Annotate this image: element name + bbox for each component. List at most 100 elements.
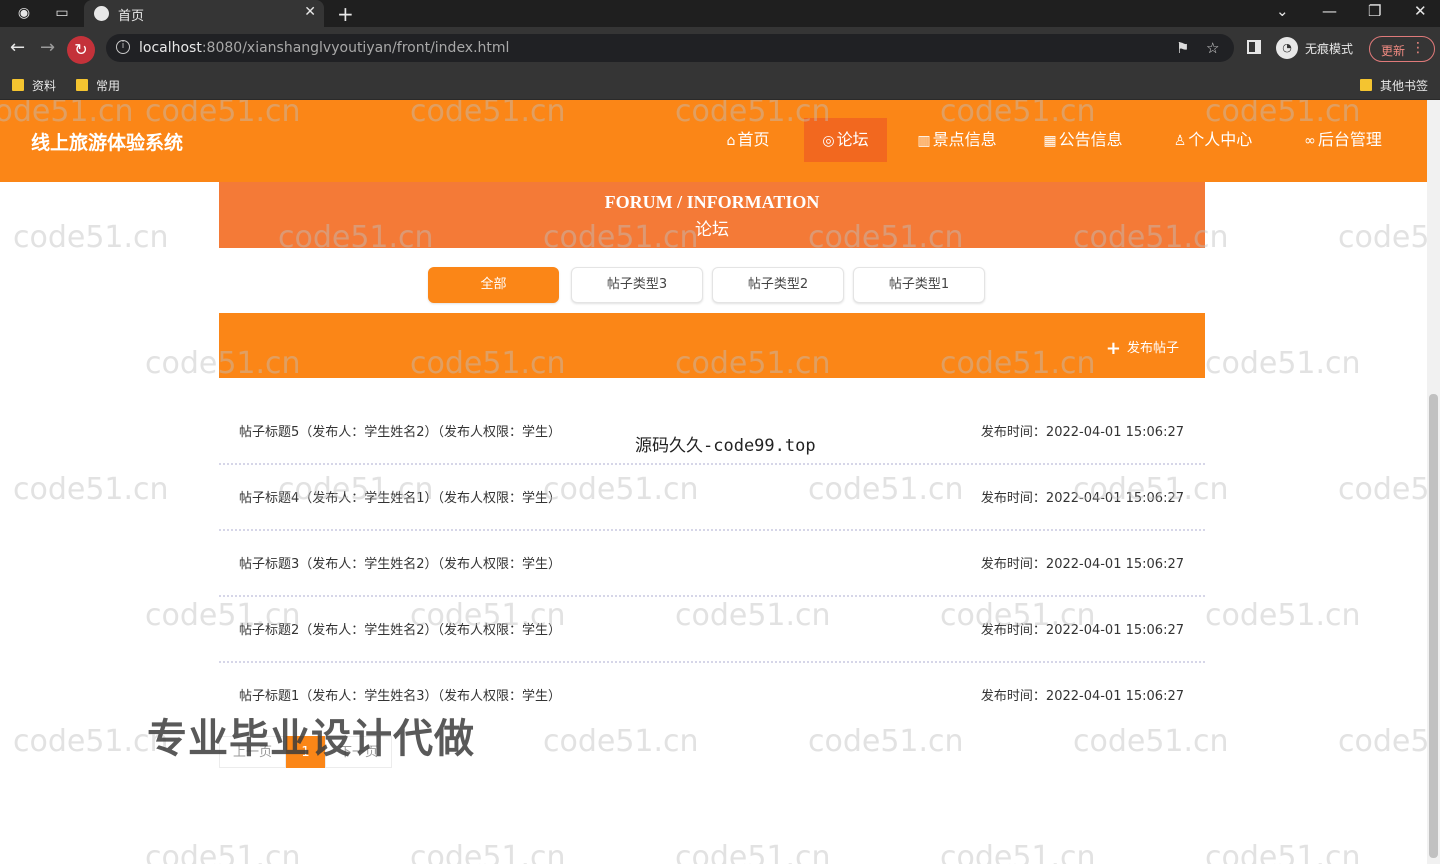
watermark: code51.cn <box>410 840 566 864</box>
nav-label: 个人中心 <box>1188 130 1253 149</box>
post-title[interactable]: 帖子标题4（发布人：学生姓名1）（发布人权限：学生） <box>239 487 561 506</box>
folder-icon <box>1360 79 1372 91</box>
nav-attractions[interactable]: ▥ 景点信息 <box>912 118 1002 162</box>
watermark: code51.cn <box>675 840 831 864</box>
center-watermark: 源码久久-code99.top <box>635 436 816 456</box>
nav-notices[interactable]: ▦ 公告信息 <box>1037 118 1129 162</box>
nav-forum[interactable]: ◎ 论坛 <box>804 118 887 162</box>
post-list-item[interactable]: 帖子标题2（发布人：学生姓名2）（发布人权限：学生） 发布时间：2022-04-… <box>219 597 1205 663</box>
page-scrollbar[interactable] <box>1427 100 1440 864</box>
url-bar[interactable]: i localhost:8080/xianshanglvyoutiyan/fro… <box>106 34 1234 62</box>
browser-tab[interactable]: 首页 ✕ <box>84 0 324 27</box>
post-list-item[interactable]: 帖子标题3（发布人：学生姓名2）（发布人权限：学生） 发布时间：2022-04-… <box>219 531 1205 597</box>
update-button[interactable]: 更新 ⋮ <box>1369 36 1435 62</box>
post-title[interactable]: 帖子标题2（发布人：学生姓名2）（发布人权限：学生） <box>239 619 561 638</box>
post-time: 发布时间：2022-04-01 15:06:27 <box>980 491 1184 506</box>
nav-label: 公告信息 <box>1058 130 1123 149</box>
minimize-icon[interactable]: — <box>1322 2 1337 20</box>
more-menu-icon[interactable]: ⋮ <box>1411 40 1425 56</box>
new-tab-icon[interactable]: + <box>337 2 354 26</box>
bookmark-label: 资料 <box>32 79 57 93</box>
post-time: 发布时间：2022-04-01 15:06:27 <box>980 623 1184 638</box>
forward-arrow-icon[interactable]: → <box>40 38 55 58</box>
watermark: code51.cn <box>1338 724 1427 759</box>
incognito-icon: ◔ <box>1276 37 1298 59</box>
translate-icon[interactable]: ⚑ <box>1176 39 1189 57</box>
post-time: 发布时间：2022-04-01 15:06:27 <box>980 689 1184 704</box>
reload-icon[interactable]: ↻ <box>67 36 95 64</box>
post-title[interactable]: 帖子标题3（发布人：学生姓名2）（发布人权限：学生） <box>239 553 561 572</box>
link-icon: ∞ <box>1304 133 1316 149</box>
info-icon[interactable]: i <box>116 40 130 54</box>
attraction-icon: ▥ <box>917 133 931 149</box>
nav-profile[interactable]: ♙ 个人中心 <box>1168 118 1258 162</box>
nav-admin[interactable]: ∞ 后台管理 <box>1297 118 1389 162</box>
type-tab-3[interactable]: 帖子类型3 <box>571 267 703 303</box>
bookmark-star-icon[interactable]: ☆ <box>1206 39 1219 57</box>
watermark: code51.cn <box>145 840 301 864</box>
tab-list-icon[interactable]: ⌄ <box>1276 2 1289 20</box>
type-tab-all[interactable]: 全部 <box>428 267 559 303</box>
scrollbar-thumb[interactable] <box>1429 394 1438 858</box>
watermark: code51.cn <box>1205 840 1361 864</box>
user-icon: ♙ <box>1173 133 1187 149</box>
nav-label: 后台管理 <box>1317 130 1382 149</box>
bookmark-folder-2[interactable]: 常用 <box>76 77 120 95</box>
banner-title-zh: 论坛 <box>695 220 729 240</box>
site-header: 线上旅游体验系统 ⌂ 首页 ◎ 论坛 ▥ 景点信息 ▦ 公告信息 ♙ 个人中心 ∞ 后台管理 <box>0 100 1427 182</box>
forum-action-bar: + 发布帖子 <box>219 313 1205 378</box>
bookmark-label: 常用 <box>96 79 121 93</box>
publish-post-button[interactable]: + 发布帖子 <box>1106 337 1179 359</box>
watermark: code51.cn <box>13 220 169 255</box>
update-label: 更新 <box>1381 44 1406 58</box>
watermark: code51.cn <box>13 472 169 507</box>
other-bookmarks-label: 其他书签 <box>1380 79 1429 93</box>
folder-icon <box>12 79 24 91</box>
watermark: code51.cn <box>1073 724 1229 759</box>
window-close-icon[interactable]: ✕ <box>1414 2 1427 20</box>
bookmarks-bar: 资料 常用 其他书签 <box>0 71 1440 100</box>
post-title[interactable]: 帖子标题1（发布人：学生姓名3）（发布人权限：学生） <box>239 685 561 704</box>
nav-home[interactable]: ⌂ 首页 <box>716 118 780 162</box>
home-icon: ⌂ <box>726 133 736 149</box>
post-time: 发布时间：2022-04-01 15:06:27 <box>980 425 1184 440</box>
plus-icon: + <box>1105 338 1121 359</box>
address-toolbar: ← → ↻ i localhost:8080/xianshanglvyoutiy… <box>0 27 1440 71</box>
watermark: code51.cn <box>1205 346 1361 381</box>
watermark: code51.cn <box>940 840 1096 864</box>
banner-title-en: FORUM / INFORMATION <box>604 192 820 212</box>
promo-watermark: 专业毕业设计代做 <box>147 716 475 762</box>
side-panel-icon[interactable] <box>1247 40 1261 54</box>
browser-tab-title: 首页 <box>118 9 145 24</box>
url-host: localhost <box>139 40 202 56</box>
other-bookmarks[interactable]: 其他书签 <box>1360 77 1428 95</box>
post-time: 发布时间：2022-04-01 15:06:27 <box>980 557 1184 572</box>
incognito-label: 无痕模式 <box>1305 42 1354 56</box>
post-title[interactable]: 帖子标题5（发布人：学生姓名2）（发布人权限：学生） <box>239 421 561 440</box>
post-list-item[interactable]: 帖子标题4（发布人：学生姓名1）（发布人权限：学生） 发布时间：2022-04-… <box>219 465 1205 531</box>
publish-post-label: 发布帖子 <box>1126 341 1179 356</box>
browser-menu-icon[interactable]: ◉ <box>15 4 33 22</box>
nav-label: 首页 <box>737 130 770 149</box>
forum-banner: FORUM / INFORMATION 论坛 <box>219 182 1205 248</box>
browser-tab-bar: ◉ ▭ 首页 ✕ + ⌄ — ❐ ✕ <box>0 0 1440 27</box>
url-text[interactable]: localhost:8080/xianshanglvyoutiyan/front… <box>139 40 509 56</box>
type-tab-2[interactable]: 帖子类型2 <box>712 267 844 303</box>
restore-icon[interactable]: ❐ <box>1368 2 1381 20</box>
bookmark-folder-1[interactable]: 资料 <box>12 77 56 95</box>
watermark: code51.cn <box>543 724 699 759</box>
back-arrow-icon[interactable]: ← <box>10 38 25 58</box>
watermark: code51.cn <box>1338 220 1427 255</box>
close-tab-icon[interactable]: ✕ <box>304 4 316 20</box>
folder-icon <box>76 79 88 91</box>
site-title: 线上旅游体验系统 <box>31 132 184 154</box>
type-tab-1[interactable]: 帖子类型1 <box>853 267 985 303</box>
forum-icon: ◎ <box>822 133 835 149</box>
url-path: :8080/xianshanglvyoutiyan/front/index.ht… <box>201 40 510 56</box>
watermark: code51.cn <box>1338 472 1427 507</box>
tab-search-icon[interactable]: ▭ <box>53 4 71 22</box>
nav-label: 论坛 <box>836 130 869 149</box>
nav-label: 景点信息 <box>932 130 997 149</box>
globe-icon <box>94 6 109 21</box>
notice-icon: ▦ <box>1043 133 1057 149</box>
